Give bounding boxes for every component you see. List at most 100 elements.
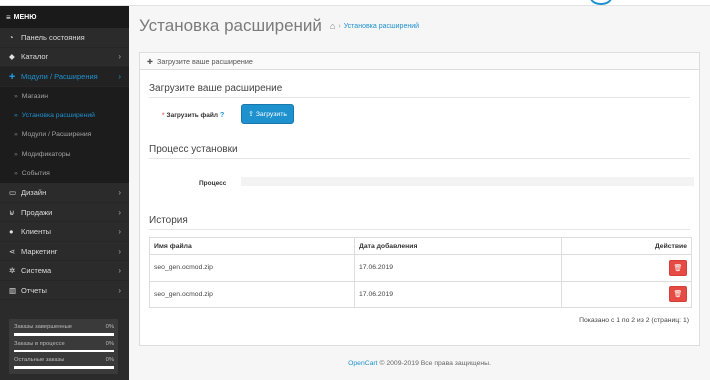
page-header: Установка расширений ⌂ › Установка расши… [129,6,710,46]
panel-heading: ✚ Загрузите ваше расширение [140,53,699,70]
stat-label: Заказы завершенные [14,324,72,330]
upload-label: * Загрузить файл ? [162,112,224,119]
sidebar-item-catalog[interactable]: ◆ Каталог › [0,48,129,67]
column-action: Действие [561,237,692,255]
column-date[interactable]: Дата добавления [354,237,562,255]
installer-panel: ✚ Загрузите ваше расширение Загрузите ва… [139,52,700,346]
stat-progress-bar [14,366,114,369]
sidebar-item-label: Каталог [21,52,49,62]
submenu-item-label: Магазин [21,92,48,100]
upload-button[interactable]: ⇪ Загрузить [241,104,294,124]
column-filename[interactable]: Имя файла [149,237,355,255]
progress-row: Процесс [149,159,694,209]
main-content: Установка расширений ⌂ › Установка расши… [129,6,710,380]
row-filename: seo_gen.ocmod.zip [149,254,355,282]
breadcrumb: ⌂ › Установка расширений [330,21,419,31]
stat-value: 0% [105,340,114,347]
sidebar-item-reports[interactable]: ▥ Отчеты › [0,281,129,301]
sidebar-item-system[interactable]: ✲ Система › [0,261,129,281]
opencart-link[interactable]: OpenCart [348,360,377,367]
submenu-item-store[interactable]: » Магазин [0,87,129,106]
sidebar-item-label: Продажи [21,207,53,217]
double-chevron-icon: » [14,170,18,178]
pagination-text: Показано с 1 по 2 из 2 (страниц: 1) [579,317,689,324]
trash-icon: 🗑 [673,291,683,299]
chevron-right-icon: › [118,227,121,237]
panel-title: Загрузите ваше расширение [157,56,253,66]
delete-button[interactable]: 🗑 [669,259,687,276]
menu-title: МЕНЮ [13,13,37,21]
history-table: Имя файла Дата добавления Действие seo_g… [149,237,692,308]
chevron-right-icon: › [118,188,121,198]
menu-header[interactable]: ≡ МЕНЮ [0,6,129,28]
sidebar-item-customers[interactable]: ● Клиенты › [0,222,129,242]
sidebar-item-extensions[interactable]: ✚ Модули / Расширения › [0,67,129,87]
puzzle-icon: ✚ [147,56,154,66]
submenu-item-modifications[interactable]: » Модификаторы [0,145,129,164]
monitor-icon: ▭ [9,188,17,198]
progress-legend: Процесс установки [149,138,690,159]
order-stats: Заказы завершенные 0% Заказы в процессе … [9,319,118,374]
stat-label: Заказы в процессе [14,340,65,347]
table-header-row: Имя файла Дата добавления Действие [149,237,692,255]
double-chevron-icon: » [14,150,18,158]
stat-completed: Заказы завершенные 0% [12,323,115,340]
sidebar-item-label: Система [21,266,52,276]
breadcrumb-link[interactable]: Установка расширений [344,23,419,30]
sidebar-item-sales[interactable]: ⊌ Продажи › [0,203,129,223]
submenu-item-installer[interactable]: » Установка расширений [0,106,129,125]
sidebar-item-label: Маркетинг [21,246,58,256]
table-row: seo_gen.ocmod.zip 17.06.2019 🗑 [149,280,692,308]
stat-value: 0% [105,324,114,330]
cart-icon: ⊌ [9,207,15,217]
tag-icon: ◆ [9,52,15,62]
row-action: 🗑 [561,254,692,282]
submenu-item-label: Установка расширений [21,112,95,120]
row-filename: seo_gen.ocmod.zip [149,280,355,308]
install-progress-bar [241,177,694,186]
row-action: 🗑 [561,280,692,308]
bar-chart-icon: ▥ [9,285,17,295]
stat-value: 0% [105,357,114,363]
sidebar-item-marketing[interactable]: ⋖ Маркетинг › [0,242,129,262]
sidebar-item-label: Клиенты [21,227,52,237]
share-icon: ⋖ [9,246,16,256]
chevron-right-icon: › [118,52,121,62]
sidebar-item-label: Панель состояния [21,32,85,42]
hamburger-icon: ≡ [6,12,11,22]
trash-icon: 🗑 [673,264,683,272]
stat-other: Остальные заказы 0% [12,356,115,373]
chevron-right-icon: › [118,285,121,295]
row-date: 17.06.2019 [354,280,562,308]
upload-legend: Загрузите ваше расширение [149,77,690,98]
stat-progress-bar [14,333,114,336]
progress-label: Процесс [199,180,227,187]
submenu-item-events[interactable]: » События [0,164,129,183]
chevron-right-icon: › [118,207,121,217]
dashboard-icon: ◔ [9,32,14,42]
stat-processing: Заказы в процессе 0% [12,340,115,357]
double-chevron-icon: » [14,112,18,120]
home-icon[interactable]: ⌂ [330,21,335,31]
stat-progress-bar [14,349,114,352]
submenu-item-label: События [21,170,50,178]
extensions-submenu: » Магазин » Установка расширений » Модули /… [0,86,129,184]
cog-icon: ✲ [9,266,16,276]
chevron-right-icon: › [118,71,121,81]
delete-button[interactable]: 🗑 [669,286,687,303]
help-icon[interactable]: ? [220,112,224,119]
breadcrumb-separator: › [338,22,341,30]
user-avatar[interactable] [590,0,612,5]
sidebar-nav: ◔ Панель состояния ◆ Каталог › ✚ Модули … [0,28,129,301]
sidebar-item-design[interactable]: ▭ Дизайн › [0,183,129,203]
sidebar-item-label: Отчеты [21,285,47,295]
chevron-right-icon: › [118,246,121,256]
sidebar: ≡ МЕНЮ ◔ Панель состояния ◆ Каталог › ✚ … [0,6,129,380]
table-row: seo_gen.ocmod.zip 17.06.2019 🗑 [149,254,692,282]
submenu-item-modules[interactable]: » Модули / Расширения [0,125,129,144]
footer-text: © 2009-2019 Все права защищены. [377,360,491,367]
upload-row: * Загрузить файл ? ⇪ Загрузить [149,98,690,138]
row-date: 17.06.2019 [354,254,562,282]
page-title: Установка расширений [139,16,322,35]
sidebar-item-dashboard[interactable]: ◔ Панель состояния [0,28,129,48]
